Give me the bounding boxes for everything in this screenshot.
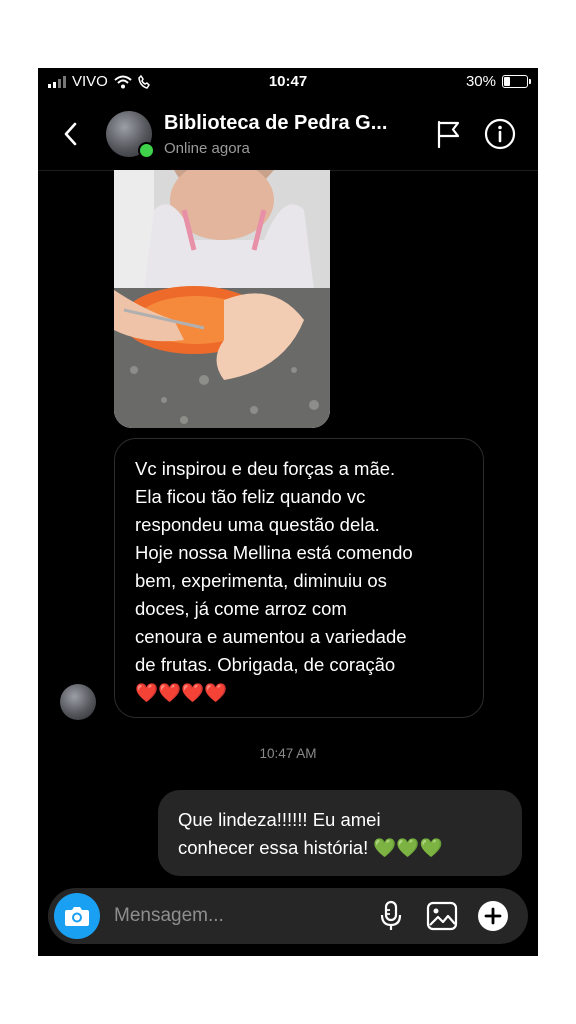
photo-child-eating-papaya bbox=[114, 170, 330, 428]
incoming-message-text: Vc inspirou e deu forças a mãe. Ela fico… bbox=[135, 458, 413, 675]
online-status: Online agora bbox=[164, 140, 250, 157]
microphone-icon[interactable] bbox=[378, 900, 404, 932]
battery-percent: 30% bbox=[465, 73, 496, 90]
message-timestamp: 10:47 AM bbox=[259, 746, 317, 761]
outgoing-message-text: Que lindeza!!!!!! Eu amei conhecer essa … bbox=[178, 809, 381, 858]
chat-header: Biblioteca de Pedra G... Online agora bbox=[38, 98, 538, 171]
plus-icon bbox=[484, 907, 502, 925]
chevron-left-icon[interactable] bbox=[60, 120, 82, 148]
message-input[interactable]: Mensagem... bbox=[114, 905, 224, 927]
online-indicator bbox=[138, 142, 155, 159]
sender-avatar[interactable] bbox=[60, 684, 96, 720]
outgoing-message-bubble[interactable]: Que lindeza!!!!!! Eu amei conhecer essa … bbox=[158, 790, 522, 876]
status-bar: VIVO 10:47 30% bbox=[38, 68, 538, 96]
info-icon[interactable] bbox=[484, 118, 516, 150]
contact-name[interactable]: Biblioteca de Pedra G... bbox=[164, 112, 387, 135]
add-button[interactable] bbox=[478, 901, 508, 931]
camera-icon bbox=[65, 907, 89, 926]
shared-photo[interactable] bbox=[114, 170, 330, 428]
incoming-message-bubble[interactable]: Vc inspirou e deu forças a mãe. Ela fico… bbox=[114, 438, 484, 718]
battery-icon bbox=[502, 75, 531, 88]
heart-emojis: ❤️❤️❤️❤️ bbox=[135, 682, 228, 703]
message-composer: Mensagem... bbox=[48, 888, 528, 944]
camera-button[interactable] bbox=[54, 893, 100, 939]
clock: 10:47 bbox=[268, 73, 308, 90]
status-right: 30% bbox=[465, 73, 531, 90]
phone-screen: VIVO 10:47 30% Biblioteca de Pedra G... … bbox=[38, 68, 538, 956]
green-heart-emojis: 💚💚💚 bbox=[373, 837, 443, 858]
image-icon[interactable] bbox=[426, 901, 458, 931]
flag-icon[interactable] bbox=[436, 120, 462, 148]
